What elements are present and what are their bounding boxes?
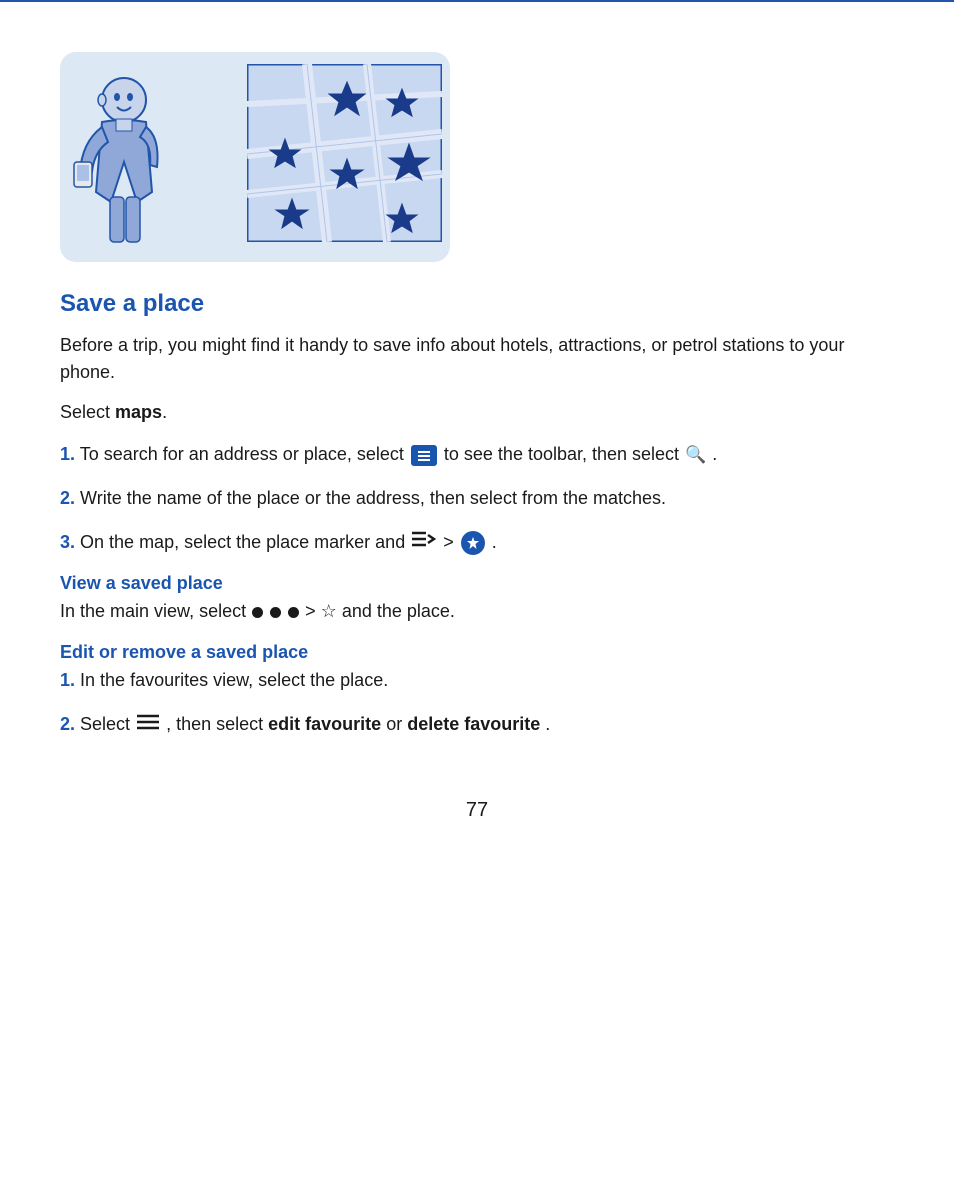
edit-step-2: 2. Select , then select edit favourite o… xyxy=(60,711,894,739)
step-2-num: 2. xyxy=(60,488,75,508)
step-2: 2. Write the name of the place or the ad… xyxy=(60,485,894,513)
circle-3-icon xyxy=(288,607,299,618)
select-maps-line: Select maps. xyxy=(60,402,894,423)
step-3-gt: > xyxy=(443,532,459,552)
step-1-text-before: To search for an address or place, selec… xyxy=(80,444,409,464)
step-1-text-end: . xyxy=(712,444,717,464)
page-content: Save a place Before a trip, you might fi… xyxy=(0,2,954,882)
toolbar-icon xyxy=(411,445,437,466)
edit-menu-lines-icon xyxy=(137,711,159,739)
edit-step-2-or: or xyxy=(386,714,407,734)
section-title: Save a place xyxy=(60,290,894,318)
illustration xyxy=(60,52,450,262)
view-saved-place-section: View a saved place In the main view, sel… xyxy=(60,573,894,626)
edit-remove-title: Edit or remove a saved place xyxy=(60,642,894,663)
menu-lines-arrow-icon xyxy=(412,529,436,557)
circle-2-icon xyxy=(270,607,281,618)
circle-1-icon xyxy=(252,607,263,618)
step-3: 3. On the map, select the place marker a… xyxy=(60,529,894,557)
step-2-text: Write the name of the place or the addre… xyxy=(80,488,666,508)
edit-favourite-label: edit favourite xyxy=(268,714,381,734)
step-1-num: 1. xyxy=(60,444,75,464)
delete-favourite-label: delete favourite xyxy=(407,714,540,734)
select-maps-suffix: . xyxy=(162,402,167,422)
step-1: 1. To search for an address or place, se… xyxy=(60,441,894,469)
map-illustration xyxy=(247,64,442,242)
view-saved-place-text: In the main view, select > ☆ and the pla… xyxy=(60,598,894,626)
blue-star-icon xyxy=(461,531,485,555)
star-outline-icon: ☆ xyxy=(321,598,337,626)
edit-remove-section: Edit or remove a saved place 1. In the f… xyxy=(60,642,894,739)
edit-step-2-text-before: Select xyxy=(80,714,135,734)
step-1-text-after1: to see the toolbar, then select xyxy=(444,444,684,464)
edit-step-2-num: 2. xyxy=(60,714,75,734)
search-icon: 🔍 xyxy=(685,442,706,468)
view-saved-gt: > xyxy=(305,601,321,621)
view-saved-text-end: and the place. xyxy=(342,601,455,621)
edit-step-1: 1. In the favourites view, select the pl… xyxy=(60,667,894,695)
step-3-num: 3. xyxy=(60,532,75,552)
step-3-text-before: On the map, select the place marker and xyxy=(80,532,410,552)
person-illustration xyxy=(72,72,172,252)
edit-step-2-middle: , then select xyxy=(166,714,268,734)
edit-step-1-text: In the favourites view, select the place… xyxy=(80,670,388,690)
step-3-text-end: . xyxy=(492,532,497,552)
edit-step-1-num: 1. xyxy=(60,670,75,690)
edit-step-2-end: . xyxy=(545,714,550,734)
view-saved-place-title: View a saved place xyxy=(60,573,894,594)
view-saved-text-before: In the main view, select xyxy=(60,601,251,621)
page-number: 77 xyxy=(60,799,894,822)
select-maps-bold: maps xyxy=(115,402,162,422)
select-maps-prefix: Select xyxy=(60,402,115,422)
intro-text: Before a trip, you might find it handy t… xyxy=(60,332,894,386)
